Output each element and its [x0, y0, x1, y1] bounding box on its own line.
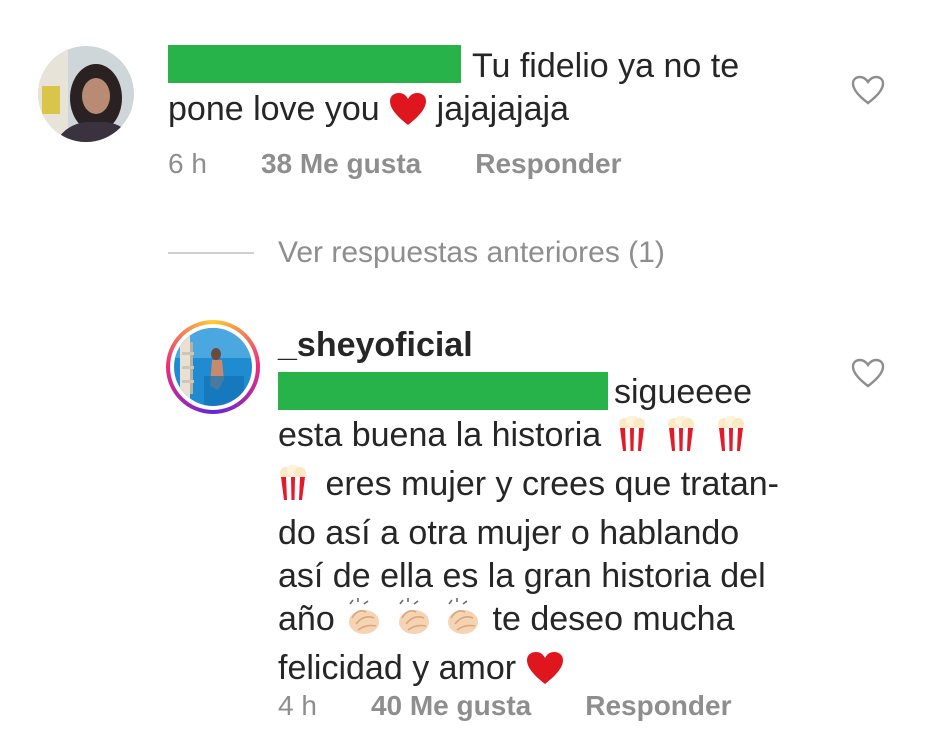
- red-heart-emoji: [389, 92, 427, 137]
- reply-text: sigueeee esta buena la historia eres muj…: [278, 371, 838, 696]
- story-ring-avatar[interactable]: [166, 320, 260, 414]
- comment-time: 6 h: [168, 148, 207, 179]
- reply-line: sigueeee: [614, 373, 753, 411]
- comment-line: pone love you: [168, 90, 380, 128]
- commenter-avatar[interactable]: [38, 46, 134, 142]
- popcorn-emoji: [278, 464, 308, 512]
- popcorn-emoji: [716, 415, 746, 463]
- reply-button[interactable]: Responder: [475, 148, 621, 180]
- comment-meta: 6 h 38 Me gusta Responder: [168, 148, 621, 180]
- like-heart-icon[interactable]: [851, 75, 885, 105]
- comment-line: Tu fidelio ya no te: [472, 47, 740, 85]
- reply-username[interactable]: _sheyoficial: [278, 326, 473, 365]
- clapping-hands-emoji: [394, 598, 434, 647]
- reply-time: 4 h: [278, 690, 317, 721]
- comment-line: jajajajaja: [436, 90, 569, 128]
- reply-line: do así a otra mujer o hablando: [278, 514, 740, 552]
- reply-line: año: [278, 600, 335, 638]
- reply-line: así de ella es la gran historia del: [278, 557, 766, 595]
- reply-line: felicidad y amor: [278, 649, 517, 687]
- popcorn-emoji: [666, 415, 696, 463]
- like-heart-icon[interactable]: [851, 358, 885, 388]
- likes-count[interactable]: 38 Me gusta: [261, 148, 421, 180]
- clapping-hands-emoji: [344, 598, 384, 647]
- reply-avatar: [174, 328, 252, 406]
- reply-meta: 4 h 40 Me gusta Responder: [278, 690, 731, 722]
- view-previous-replies-link[interactable]: Ver respuestas anteriores (1): [278, 236, 665, 270]
- likes-count[interactable]: 40 Me gusta: [371, 690, 531, 722]
- reply-button[interactable]: Responder: [585, 690, 731, 722]
- comment-text: Tu fidelio ya no te pone love you jajaja…: [168, 45, 828, 137]
- reply-line: te deseo mucha: [492, 600, 735, 638]
- reply-line: eres mujer y crees que tratan-: [325, 465, 779, 503]
- popcorn-emoji: [617, 415, 647, 463]
- reply-line: esta buena la historia: [278, 416, 602, 454]
- replies-divider: [168, 252, 254, 254]
- clapping-hands-emoji: [443, 598, 483, 647]
